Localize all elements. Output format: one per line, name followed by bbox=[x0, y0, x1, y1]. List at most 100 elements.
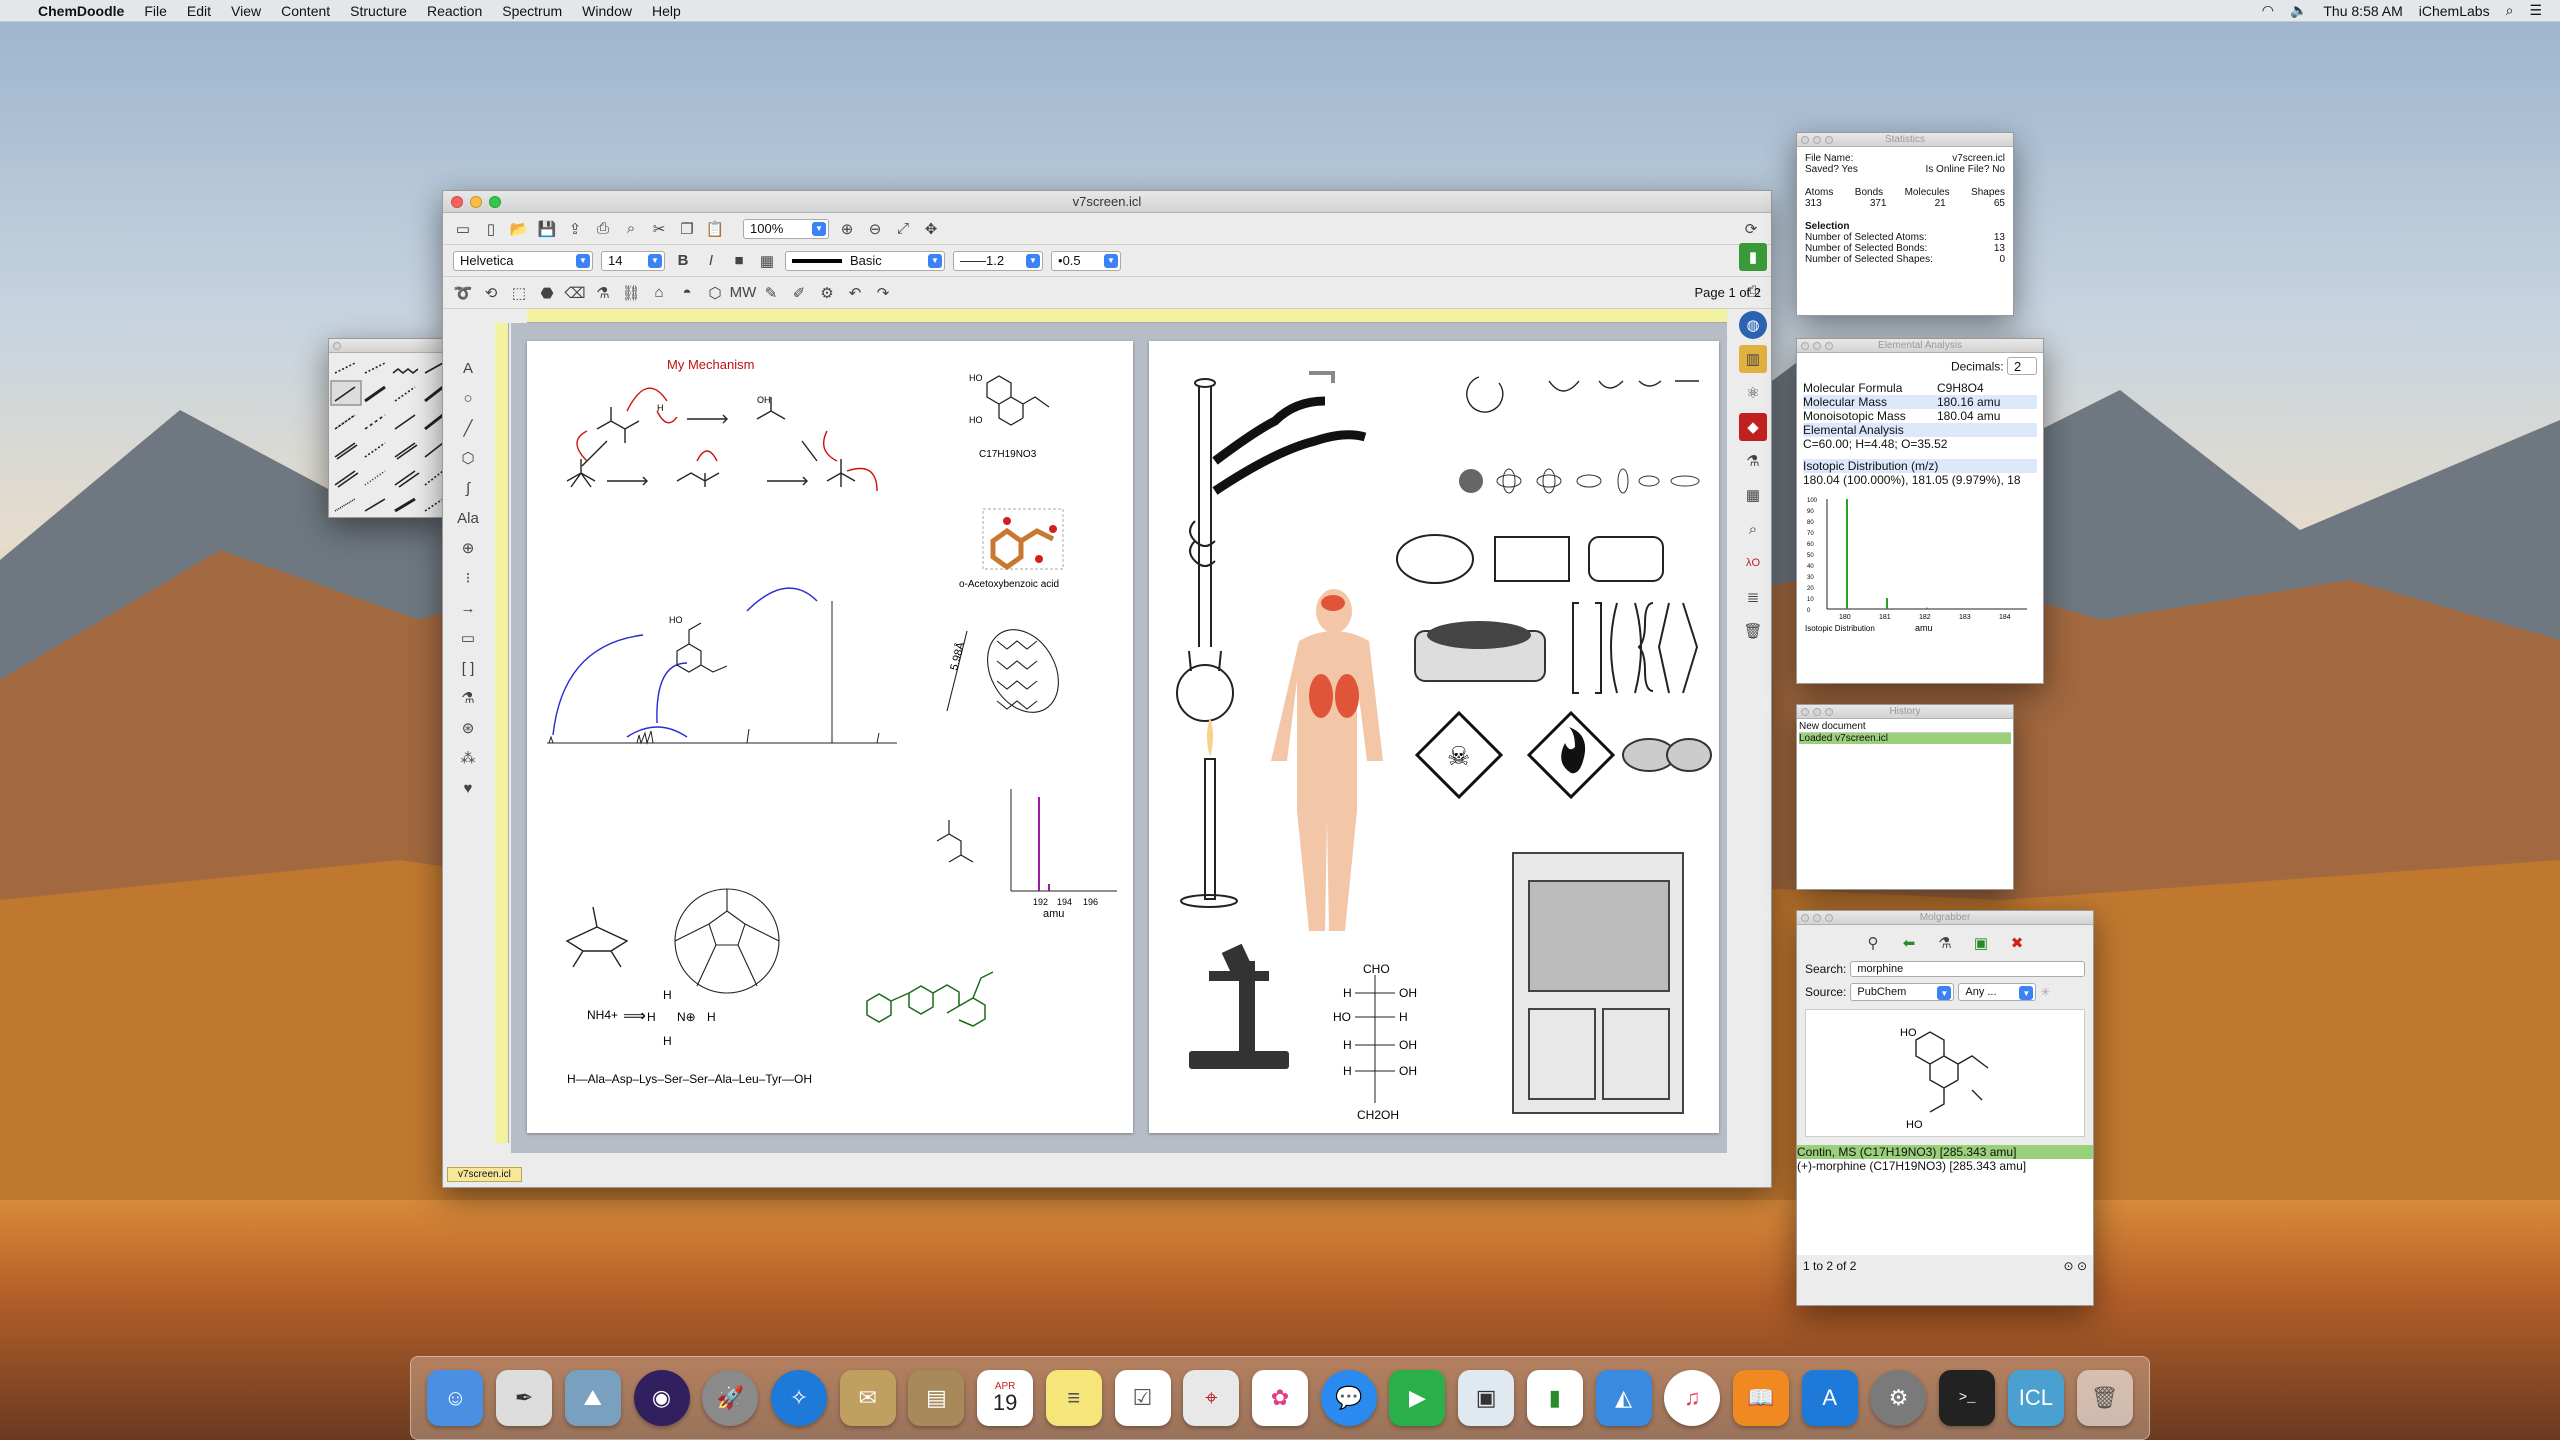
trash-icon[interactable]: 🗑 bbox=[1739, 617, 1767, 645]
pen-icon[interactable]: ✎ bbox=[761, 283, 781, 303]
open-icon[interactable]: 📂 bbox=[509, 219, 529, 239]
bucket-icon[interactable]: ◓ bbox=[677, 283, 697, 303]
icl-document-icon[interactable]: ICL bbox=[2007, 1370, 2064, 1426]
flask-side-icon[interactable]: ⚗ bbox=[1739, 447, 1767, 475]
cube-icon[interactable]: ◆ bbox=[1739, 413, 1767, 441]
maximize-button[interactable] bbox=[489, 196, 501, 208]
any-select[interactable]: Any ... ▼ bbox=[1958, 983, 2037, 1001]
reminders-icon[interactable]: ☑ bbox=[1114, 1370, 1171, 1426]
history-item[interactable]: Loaded v7screen.icl bbox=[1799, 733, 2011, 744]
zoom-out-icon[interactable]: ⊖ bbox=[865, 219, 885, 239]
paste-icon[interactable]: 📋 bbox=[705, 219, 725, 239]
redo-icon[interactable]: ↷ bbox=[873, 283, 893, 303]
font-size-select[interactable]: 14 ▼ bbox=[601, 250, 665, 271]
sync-icon[interactable]: ⟳ bbox=[1741, 219, 1761, 239]
highlighter-icon[interactable]: ✐ bbox=[789, 283, 809, 303]
result-row[interactable]: (+)-morphine (C17H19NO3) [285.343 amu] bbox=[1797, 1159, 2093, 1173]
spotlight-icon[interactable]: ⌕ bbox=[2506, 2, 2514, 19]
new-doc-icon[interactable]: ▯ bbox=[481, 219, 501, 239]
bold-button[interactable]: B bbox=[673, 251, 693, 271]
chain-tool-icon[interactable]: ∫ bbox=[457, 477, 479, 499]
preview-icon[interactable]: ▣ bbox=[1458, 1370, 1515, 1426]
facetime-icon[interactable]: ▶ bbox=[1389, 1370, 1446, 1426]
books-icon[interactable]: 📖 bbox=[1733, 1370, 1790, 1426]
maps-icon[interactable]: ⌖ bbox=[1183, 1370, 1240, 1426]
new-icon[interactable]: ▭ bbox=[453, 219, 473, 239]
menu-view[interactable]: View bbox=[231, 3, 261, 19]
bio-icon[interactable]: ♥ bbox=[457, 777, 479, 799]
menu-app-name[interactable]: ChemDoodle bbox=[38, 3, 124, 19]
volume-icon[interactable]: 🔈 bbox=[2290, 2, 2307, 19]
menu-spectrum[interactable]: Spectrum bbox=[502, 3, 562, 19]
notes-icon[interactable]: ≡ bbox=[1045, 1370, 1102, 1426]
safari-icon[interactable]: ✧ bbox=[770, 1370, 827, 1426]
color-swatch[interactable]: ■ bbox=[729, 251, 749, 271]
italic-button[interactable]: I bbox=[701, 251, 721, 271]
numbers-icon[interactable]: ▮ bbox=[1526, 1370, 1583, 1426]
flask-import-icon[interactable]: ⚗ bbox=[1935, 933, 1955, 953]
fit-icon[interactable]: ⤢ bbox=[893, 219, 913, 239]
rectangle-tool-icon[interactable]: ▭ bbox=[457, 627, 479, 649]
shape-select-icon[interactable]: ⬣ bbox=[537, 283, 557, 303]
lasso-select-icon[interactable]: ⟲ bbox=[481, 283, 501, 303]
chain-icon[interactable]: ⛓ bbox=[621, 283, 641, 303]
mail-icon[interactable]: ✉ bbox=[839, 1370, 896, 1426]
photos-mountain-icon[interactable]: ⛰ bbox=[564, 1370, 621, 1426]
notification-icon[interactable]: ☰ bbox=[2529, 2, 2542, 19]
minimize-button[interactable] bbox=[470, 196, 482, 208]
amino-acid-icon[interactable]: Ala bbox=[457, 507, 479, 529]
result-row[interactable]: Contin, MS (C17H19NO3) [285.343 amu] bbox=[1797, 1145, 2093, 1159]
contacts-icon[interactable]: ▤ bbox=[908, 1370, 965, 1426]
line-style-select[interactable]: Basic ▼ bbox=[785, 250, 945, 271]
app-store-icon[interactable]: A bbox=[1801, 1370, 1858, 1426]
bond-tools-grid[interactable] bbox=[329, 353, 447, 517]
zoom-select[interactable]: 100% ▼ bbox=[743, 218, 829, 239]
messages-icon[interactable]: 💬 bbox=[1320, 1370, 1377, 1426]
line-width-select[interactable]: —— 1.2 ▼ bbox=[953, 250, 1043, 271]
clean-icon[interactable]: ⚗ bbox=[593, 283, 613, 303]
fill-icon[interactable]: ▦ bbox=[757, 251, 777, 271]
zoom-in-icon[interactable]: ⊕ bbox=[837, 219, 857, 239]
font-family-select[interactable]: Helvetica ▼ bbox=[453, 250, 593, 271]
keynote-icon[interactable]: ◭ bbox=[1595, 1370, 1652, 1426]
dot-size-select[interactable]: • 0.5 ▼ bbox=[1051, 250, 1121, 271]
menu-content[interactable]: Content bbox=[281, 3, 330, 19]
binoculars-icon[interactable]: ⚲ bbox=[1863, 933, 1883, 953]
stamp-icon[interactable]: ⌂ bbox=[649, 283, 669, 303]
clock[interactable]: Thu 8:58 AM bbox=[2323, 3, 2402, 19]
pd-icon[interactable]: λΟ bbox=[1739, 549, 1767, 577]
save-structure-icon[interactable]: ▣ bbox=[1971, 933, 1991, 953]
ring-tool-icon[interactable]: ⬡ bbox=[457, 447, 479, 469]
lasso-icon[interactable]: ➰ bbox=[453, 283, 473, 303]
terminal-icon[interactable]: >_ bbox=[1939, 1370, 1996, 1426]
marquee-icon[interactable]: ⬚ bbox=[509, 283, 529, 303]
search-input[interactable]: morphine bbox=[1850, 961, 2085, 977]
export-icon[interactable]: ⇪ bbox=[565, 219, 585, 239]
atom-tool-icon[interactable]: ○ bbox=[457, 387, 479, 409]
chemdoodle-icon[interactable]: ✒ bbox=[496, 1370, 553, 1426]
trash-dock-icon[interactable]: 🗑 bbox=[2076, 1370, 2133, 1426]
menu-window[interactable]: Window bbox=[582, 3, 632, 19]
print-preview-icon[interactable]: ⌕ bbox=[621, 219, 641, 239]
text-tool-icon[interactable]: A bbox=[457, 357, 479, 379]
close-icon[interactable]: ✖ bbox=[2007, 933, 2027, 953]
document-tab[interactable]: v7screen.icl bbox=[447, 1167, 522, 1182]
template-icon[interactable]: ⬡ bbox=[705, 283, 725, 303]
bond-tool-icon[interactable]: ╱ bbox=[457, 417, 479, 439]
music-icon[interactable]: ♫ bbox=[1664, 1370, 1721, 1426]
wifi-icon[interactable]: ◠ bbox=[2262, 2, 2274, 19]
charge-icon[interactable]: ⊕ bbox=[457, 537, 479, 559]
flask-icon[interactable]: ⚗ bbox=[457, 687, 479, 709]
close-button[interactable] bbox=[451, 196, 463, 208]
query-icon[interactable]: ⁂ bbox=[457, 747, 479, 769]
settings-icon[interactable]: ⚙ bbox=[817, 283, 837, 303]
menu-edit[interactable]: Edit bbox=[187, 3, 211, 19]
finder-icon[interactable]: ☺ bbox=[427, 1370, 484, 1426]
electron-icon[interactable]: ⁝ bbox=[457, 567, 479, 589]
nmr-icon[interactable]: ▥ bbox=[1739, 345, 1767, 373]
save-icon[interactable]: 💾 bbox=[537, 219, 557, 239]
source-select[interactable]: PubChem ▼ bbox=[1850, 983, 1955, 1001]
launchpad-icon[interactable]: 🚀 bbox=[702, 1370, 759, 1426]
search-icon[interactable]: ⌕ bbox=[1739, 515, 1767, 543]
calculator-icon[interactable]: ▦ bbox=[1739, 481, 1767, 509]
